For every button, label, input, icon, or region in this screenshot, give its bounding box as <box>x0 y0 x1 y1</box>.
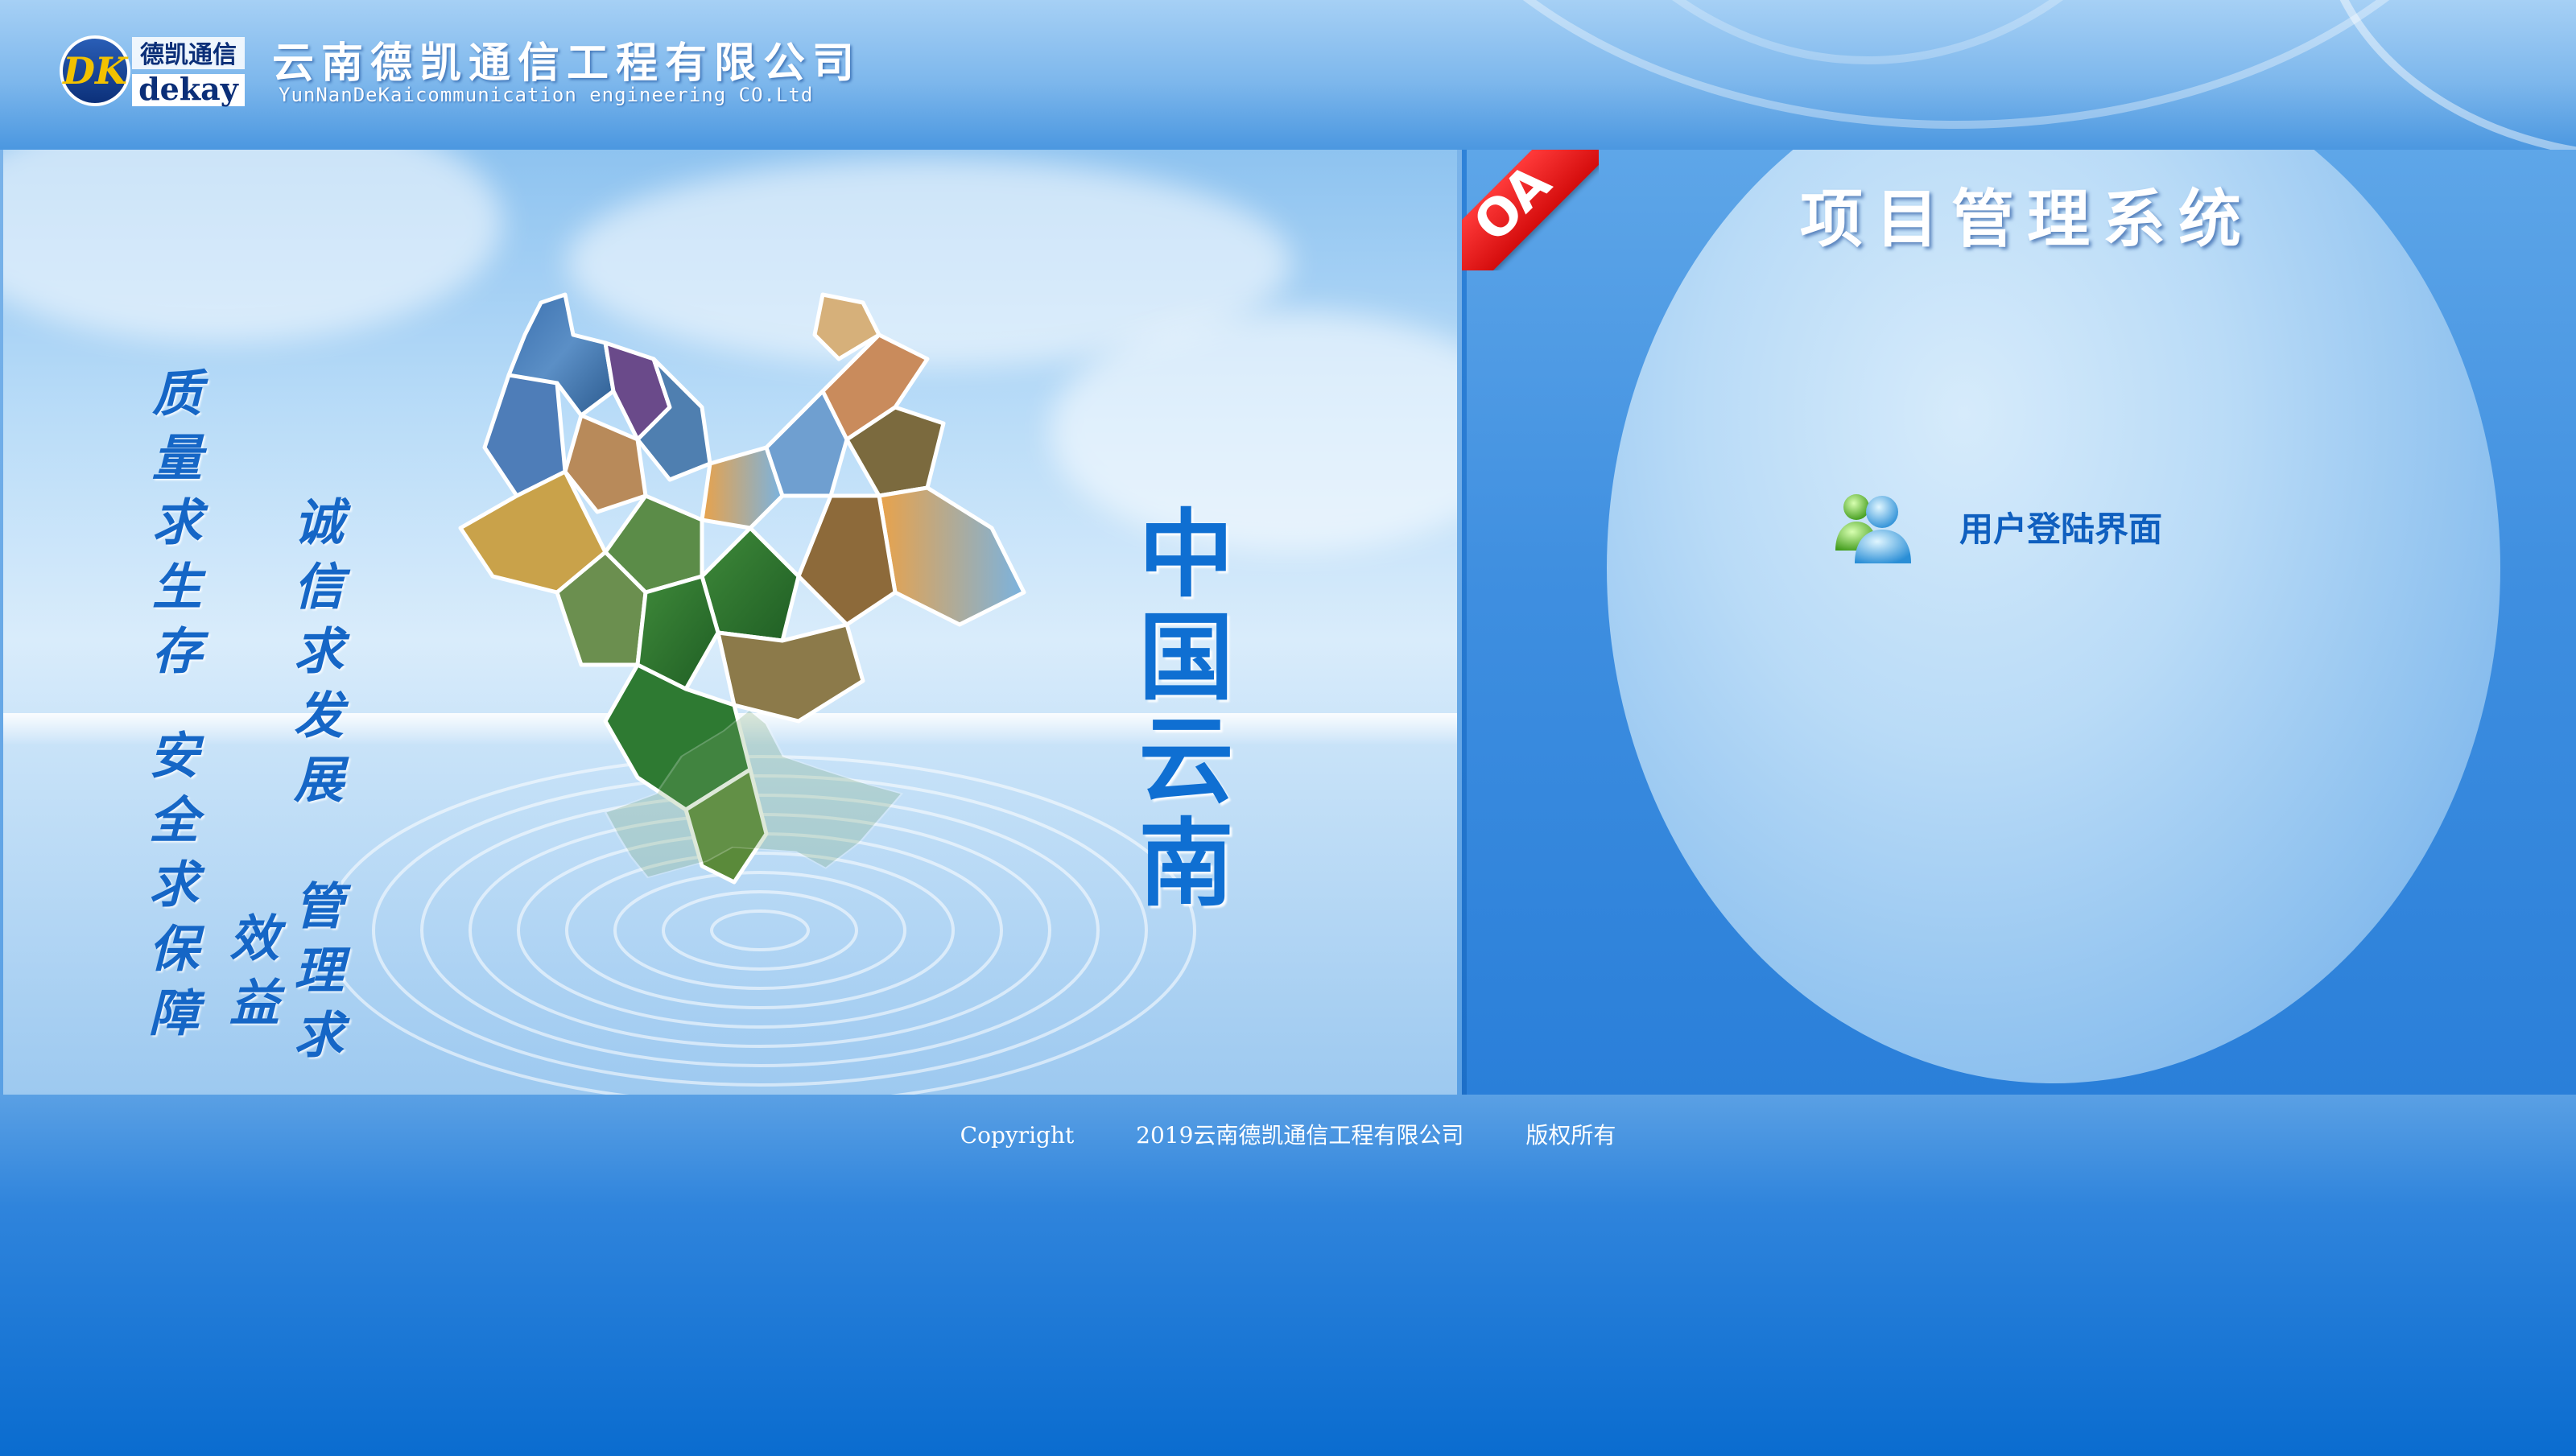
login-panel: OA 项目管理系统 用户登陆界面 <box>1462 150 2576 1095</box>
user-login-link[interactable]: 用户登陆界面 <box>1832 488 2162 565</box>
oa-ribbon: OA <box>1462 150 1599 270</box>
rights-reserved: 版权所有 <box>1525 1122 1616 1149</box>
company-name-en: YunNanDeKaicommunication engineering CO.… <box>279 84 814 106</box>
slogan-quality: 质量求生存 <box>143 367 202 689</box>
slogan-management: 管理求效益 <box>221 880 344 1073</box>
map-reflection <box>604 708 904 879</box>
panel-bubble-decoration <box>1607 150 2500 1083</box>
slogan-integrity: 诚信求发展 <box>285 496 344 818</box>
system-title: 项目管理系统 <box>1800 184 2255 256</box>
svg-text:德凯通信: 德凯通信 <box>140 41 237 69</box>
company-logo: DK 德凯通信 dekay <box>58 31 248 111</box>
company-name-cn: 云南德凯通信工程有限公司 <box>272 39 862 88</box>
copyright-owner: 2019云南德凯通信工程有限公司 <box>1136 1122 1464 1149</box>
header: DK 德凯通信 dekay 云南德凯通信工程有限公司 YunNanDeKaico… <box>0 0 2576 150</box>
copyright-label: Copyright <box>960 1122 1075 1149</box>
footer: Copyright 2019云南德凯通信工程有限公司 版权所有 <box>0 1116 2576 1156</box>
banner-image: 质量求生存 安全求保障 诚信求发展 管理求效益 中国云南 <box>3 150 1457 1095</box>
svg-text:DK: DK <box>61 49 129 93</box>
logo-icon: DK 德凯通信 dekay <box>60 35 245 107</box>
slogan-safety: 安全求保障 <box>140 729 199 1051</box>
users-icon <box>1835 494 1911 563</box>
header-decoration <box>2318 0 2576 150</box>
region-title: 中国云南 <box>1122 504 1233 916</box>
svg-text:dekay: dekay <box>138 71 239 107</box>
login-label: 用户登陆界面 <box>1959 509 2163 549</box>
panel-divider <box>1462 150 1467 1095</box>
cloud-decoration <box>3 150 502 343</box>
